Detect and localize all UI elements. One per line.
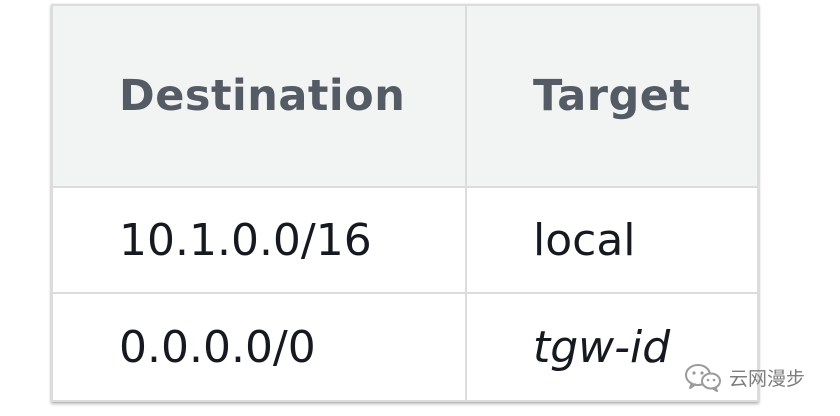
table-row: 10.1.0.0/16 local xyxy=(51,186,759,294)
cell-destination: 0.0.0.0/0 xyxy=(51,292,467,402)
table-row: 0.0.0.0/0 tgw-id xyxy=(51,292,759,402)
wechat-icon xyxy=(685,364,721,392)
canvas: Destination Target 10.1.0.0/16 local 0.0… xyxy=(0,0,840,416)
route-table: Destination Target 10.1.0.0/16 local 0.0… xyxy=(51,4,759,402)
route-table-body: 10.1.0.0/16 local 0.0.0.0/0 tgw-id xyxy=(51,186,759,402)
column-header-target[interactable]: Target xyxy=(465,4,759,188)
cell-target: local xyxy=(465,186,759,294)
watermark: 云网漫步 xyxy=(683,362,805,392)
header-row: Destination Target xyxy=(51,4,759,188)
route-table-header: Destination Target xyxy=(51,4,759,188)
column-header-destination[interactable]: Destination xyxy=(51,4,467,188)
cell-destination: 10.1.0.0/16 xyxy=(51,186,467,294)
watermark-text: 云网漫步 xyxy=(729,367,806,390)
